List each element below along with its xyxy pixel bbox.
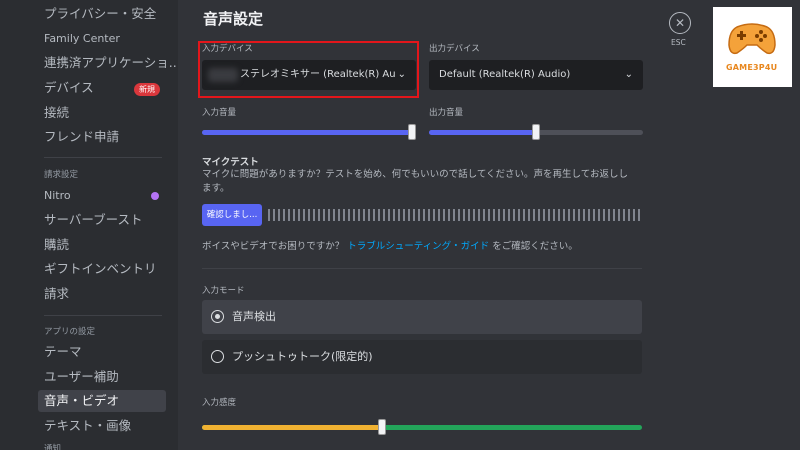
chevron-down-icon: ⌄ [624, 69, 633, 80]
settings-content: 音声設定 入力デバイス ステレオミキサー (Realtek(R) Au ⌄ 出力… [178, 0, 800, 450]
mic-test-title: マイクテスト [202, 157, 259, 168]
sidebar-item-family-center[interactable]: Family Center [38, 28, 166, 50]
sidebar-header-notifications: 通知 [44, 444, 62, 450]
close-settings-button[interactable]: ✕ ESC [667, 12, 693, 50]
output-volume-label: 出力音量 [429, 108, 464, 118]
troubleshooting-link[interactable]: トラブルシューティング・ガイド [347, 241, 489, 252]
sidebar-divider [44, 315, 162, 316]
radio-unchecked-icon [211, 350, 224, 363]
radio-label: 音声検出 [232, 310, 276, 323]
radio-checked-icon [211, 310, 224, 323]
sidebar-item-friend-requests[interactable]: フレンド申請 [38, 126, 166, 148]
help-suffix: をご確認ください。 [492, 241, 578, 252]
radio-push-to-talk[interactable]: プッシュトゥトーク(限定的) [202, 340, 642, 374]
sidebar-item-accessibility[interactable]: ユーザー補助 [38, 366, 166, 388]
input-sensitivity-label: 入力感度 [202, 398, 237, 408]
sidebar-header-app-settings: アプリの設定 [44, 327, 96, 337]
help-prefix: ボイスやビデオでお困りですか？ [202, 241, 345, 252]
sidebar-item-gift-inventory[interactable]: ギフトインベントリ [38, 258, 166, 280]
sidebar-item-voice-video[interactable]: 音声・ビデオ [38, 390, 166, 412]
help-text: ボイスやビデオでお困りですか？ トラブルシューティング・ガイド をご確認ください… [202, 238, 578, 252]
watermark-logo: GAME3P4U [713, 7, 792, 87]
input-volume-label: 入力音量 [202, 108, 237, 118]
close-icon: ✕ [669, 12, 691, 34]
settings-sidebar: プライバシー・安全 Family Center 連携済アプリケーショ... デバ… [0, 0, 178, 450]
sidebar-item-authorized-apps[interactable]: 連携済アプリケーショ... [38, 52, 178, 74]
output-volume-handle[interactable] [532, 124, 540, 140]
output-volume-fill [429, 130, 536, 135]
sidebar-item-billing[interactable]: 請求 [38, 283, 166, 305]
mic-test-description: マイクに問題がありますか？テストを始め、何でもいいので話してください。声を再生し… [202, 169, 628, 194]
input-sensitivity-handle[interactable] [378, 419, 387, 435]
input-volume-fill [202, 130, 416, 135]
sensitivity-inactive-fill [202, 425, 383, 430]
watermark-text: GAME3P4U [726, 63, 778, 72]
esc-label: ESC [671, 38, 686, 47]
page-title: 音声設定 [203, 10, 264, 28]
sidebar-item-text-images[interactable]: テキスト・画像 [38, 415, 166, 437]
sidebar-item-theme[interactable]: テーマ [38, 341, 166, 363]
sidebar-item-connections[interactable]: 接続 [38, 102, 166, 124]
input-sensitivity-slider[interactable] [202, 419, 642, 435]
section-divider [202, 268, 642, 269]
sidebar-item-server-boost[interactable]: サーバーブースト [38, 209, 166, 231]
input-volume-slider[interactable] [202, 124, 416, 140]
output-device-value: Default (Realtek(R) Audio) [439, 69, 571, 80]
sidebar-item-subscriptions[interactable]: 購読 [38, 234, 166, 256]
sidebar-item-nitro[interactable]: Nitro [38, 185, 166, 207]
mic-test-button[interactable]: 確認しまし... [202, 204, 262, 226]
sidebar-header-billing: 請求設定 [44, 170, 79, 180]
mic-level-meter [268, 209, 640, 221]
highlight-box [198, 41, 419, 98]
gamepad-icon [728, 23, 776, 55]
radio-label: プッシュトゥトーク(限定的) [232, 350, 373, 363]
sidebar-item-privacy[interactable]: プライバシー・安全 [38, 3, 166, 25]
input-mode-label: 入力モード [202, 286, 245, 296]
output-volume-slider[interactable] [429, 124, 643, 140]
nitro-dot-icon [151, 192, 159, 200]
input-volume-handle[interactable] [408, 124, 416, 140]
sidebar-divider [44, 157, 162, 158]
radio-voice-activity[interactable]: 音声検出 [202, 300, 642, 334]
output-device-select[interactable]: Default (Realtek(R) Audio) ⌄ [429, 60, 643, 90]
output-device-label: 出力デバイス [429, 44, 480, 54]
new-badge: 新規 [134, 83, 160, 96]
